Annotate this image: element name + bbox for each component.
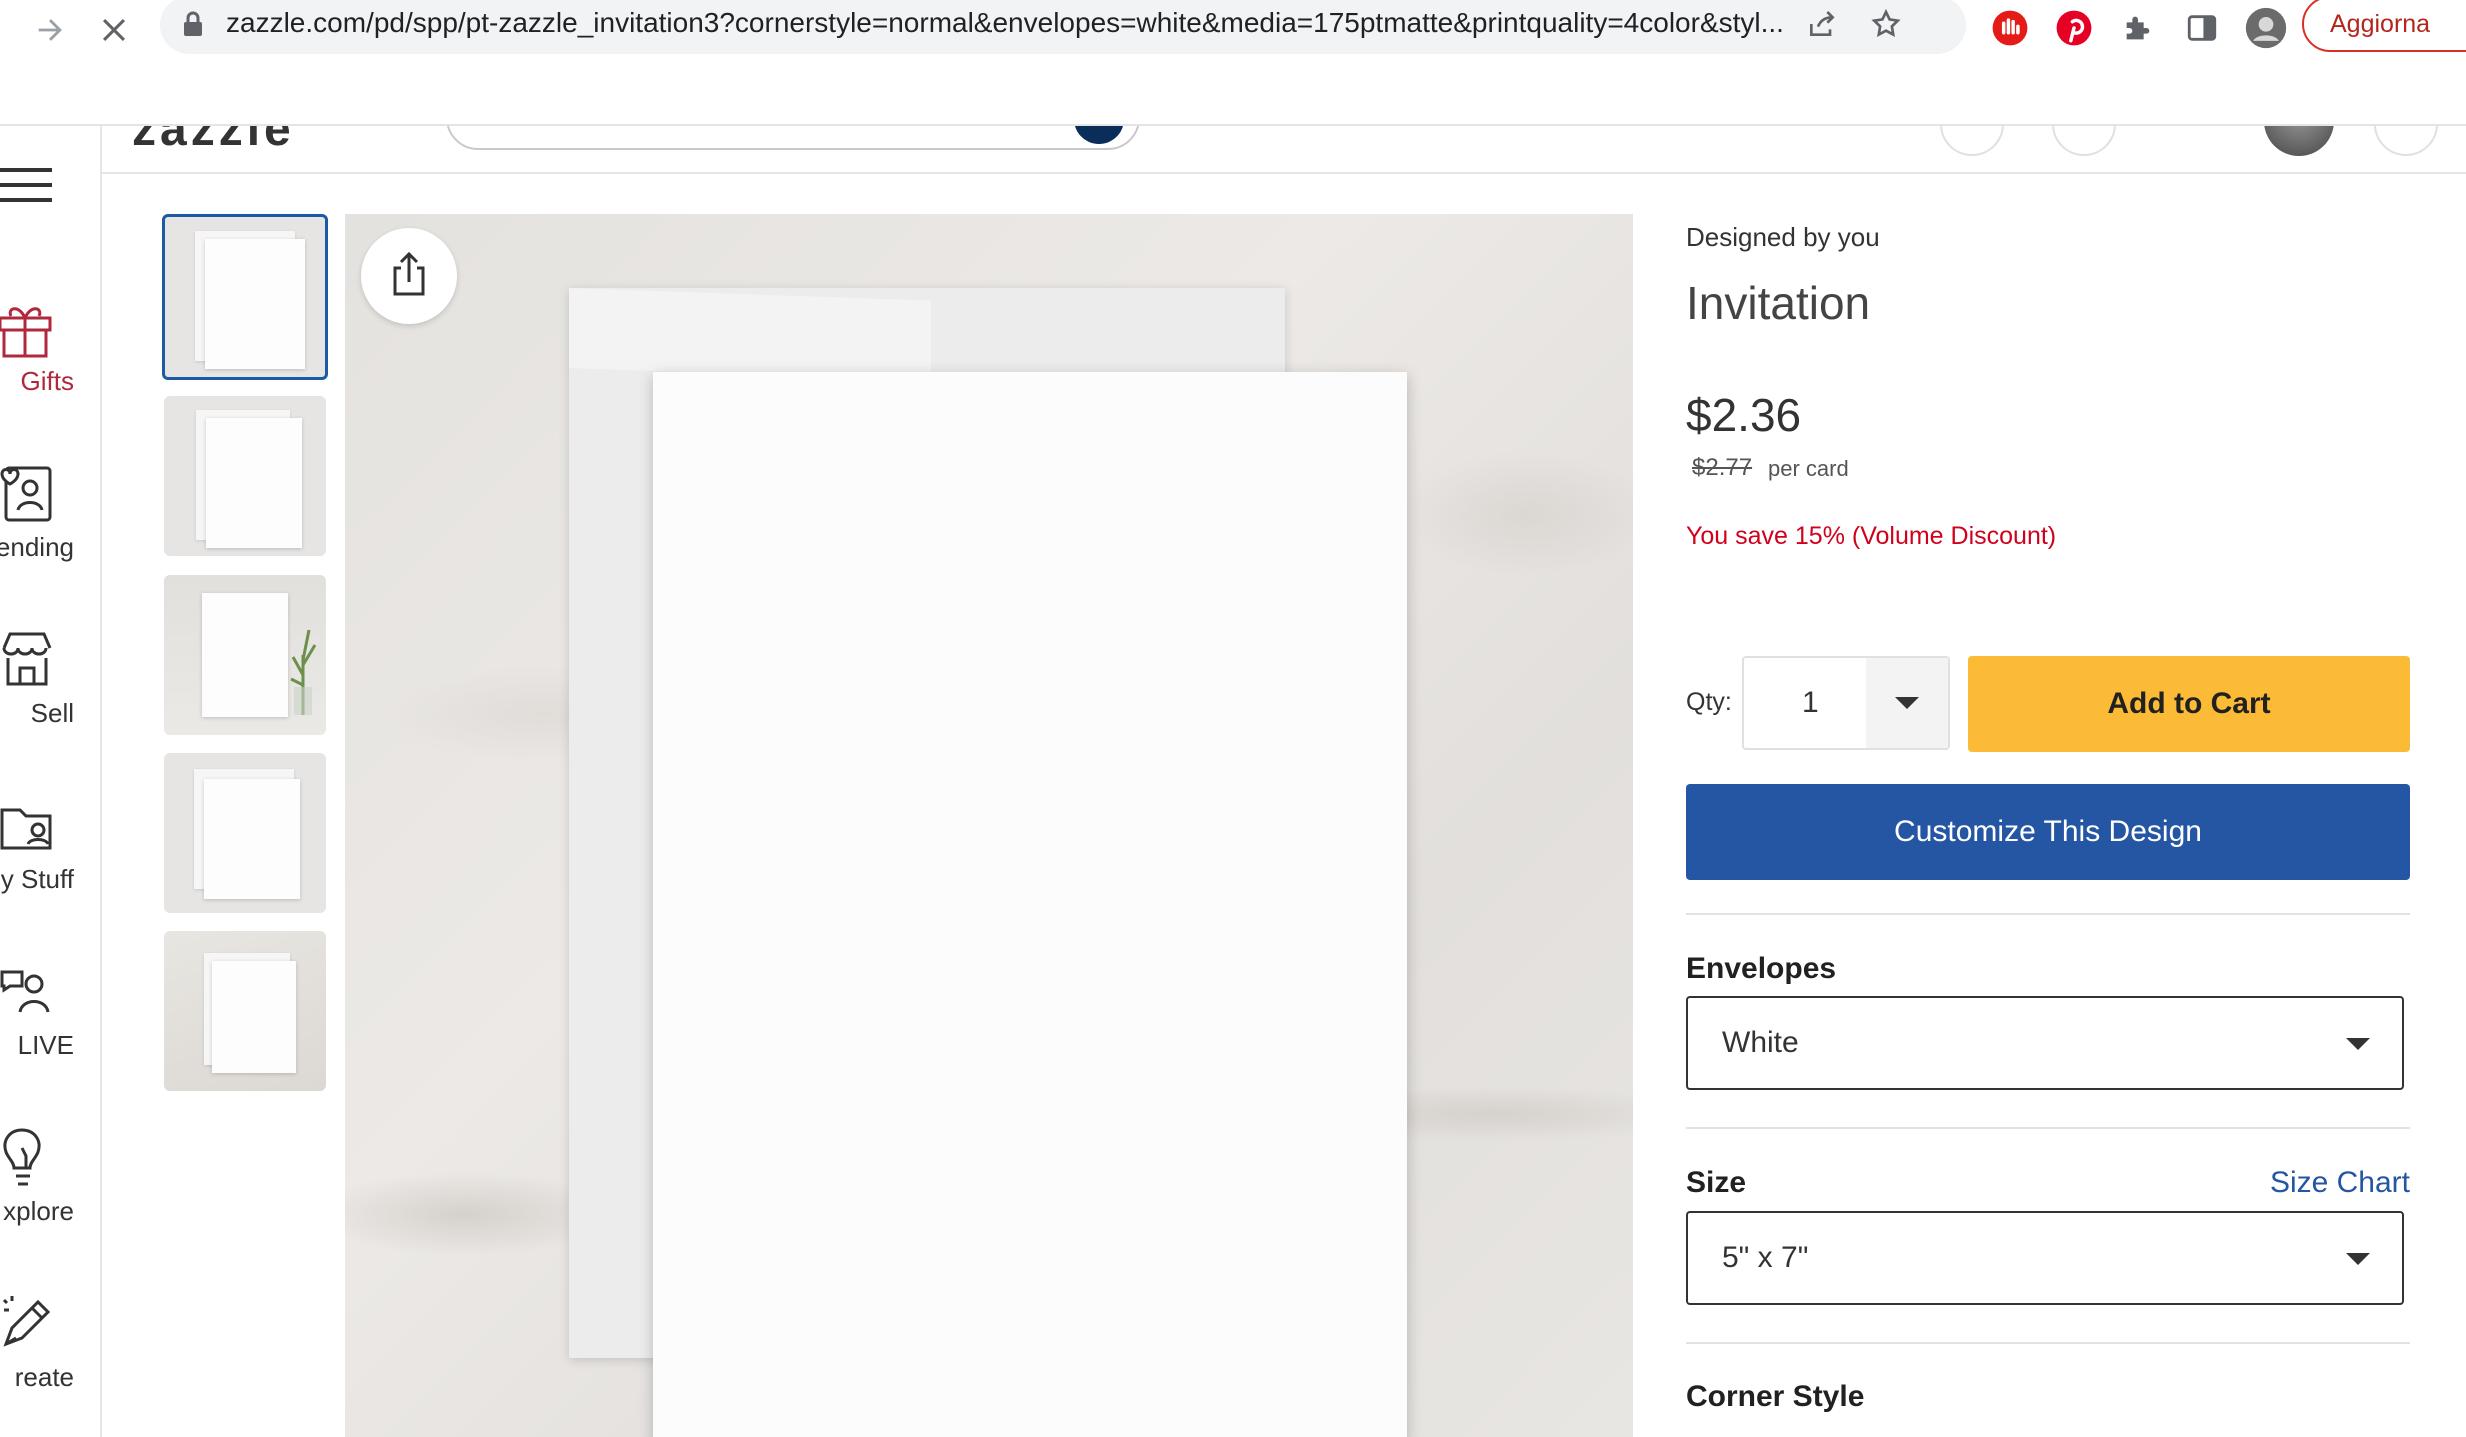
designer-credit: Designed by you <box>1686 222 1880 252</box>
discount-note: You save 15% (Volume Discount) <box>1686 522 2057 550</box>
left-nav-rail: Gifts ending Sell y Stuff LIVE xplore re… <box>0 126 102 1437</box>
stop-loading-icon[interactable] <box>88 4 140 56</box>
product-thumbnail[interactable] <box>164 931 326 1091</box>
size-select[interactable]: 5" x 7" <box>1686 1211 2404 1305</box>
size-chart-link[interactable]: Size Chart <box>2270 1166 2410 1200</box>
adblock-extension-icon[interactable] <box>1984 2 2036 54</box>
share-icon <box>389 250 429 303</box>
lightbulb-icon <box>0 1126 60 1190</box>
size-label: Size <box>1686 1166 1747 1199</box>
divider <box>1686 1127 2410 1129</box>
envelope-flap <box>569 288 931 381</box>
site-search-bar[interactable] <box>446 126 1140 150</box>
rail-label: Sell <box>30 698 74 728</box>
forward-icon[interactable] <box>24 4 76 56</box>
rail-label: y Stuff <box>0 864 74 894</box>
divider <box>1686 913 2410 915</box>
chevron-down-icon <box>2346 1038 2370 1050</box>
hamburger-menu-icon[interactable] <box>0 168 52 202</box>
rail-item-my-stuff[interactable]: y Stuff <box>0 794 100 944</box>
product-title: Invitation <box>1686 277 1871 329</box>
share-button[interactable] <box>361 228 457 324</box>
share-page-icon[interactable] <box>1800 2 1844 46</box>
site-header: zazzle <box>102 126 2466 174</box>
side-panel-icon[interactable] <box>2176 2 2228 54</box>
rail-item-trending[interactable]: ending <box>0 462 100 612</box>
rail-label: Gifts <box>20 366 74 396</box>
url-text[interactable]: zazzle.com/pd/spp/pt-zazzle_invitation3?… <box>226 6 1846 40</box>
plant-decoration <box>288 615 318 715</box>
header-icon-button[interactable] <box>2052 126 2116 156</box>
original-price: $2.77 <box>1692 454 1753 481</box>
invitation-card-image <box>653 372 1407 1437</box>
rail-label: xplore <box>3 1196 74 1226</box>
envelopes-label: Envelopes <box>1686 952 1837 985</box>
quantity-value: 1 <box>1802 686 1819 719</box>
size-value: 5" x 7" <box>1722 1241 1809 1274</box>
address-bar[interactable]: zazzle.com/pd/spp/pt-zazzle_invitation3?… <box>160 0 1966 54</box>
rail-label: reate <box>14 1362 74 1392</box>
product-main-image[interactable] <box>345 214 1633 1437</box>
envelopes-select[interactable]: White <box>1686 996 2404 1090</box>
update-button[interactable]: Aggiorna <box>2302 0 2466 52</box>
customize-design-button[interactable]: Customize This Design <box>1686 784 2410 880</box>
product-thumbnail[interactable] <box>164 396 326 556</box>
rail-label: ending <box>0 532 74 562</box>
storefront-icon <box>0 628 60 692</box>
corner-style-label: Corner Style <box>1686 1380 1865 1413</box>
rail-item-gifts[interactable]: Gifts <box>0 296 100 446</box>
search-icon[interactable] <box>1074 126 1124 144</box>
extensions-puzzle-icon[interactable] <box>2112 2 2164 54</box>
header-icon-button[interactable] <box>1940 126 2004 156</box>
gift-icon <box>0 296 60 360</box>
rail-item-sell[interactable]: Sell <box>0 628 100 778</box>
bookmark-star-icon[interactable] <box>1864 2 1908 46</box>
chevron-down-icon[interactable] <box>1866 658 1948 748</box>
divider <box>1686 1342 2410 1344</box>
profile-avatar[interactable] <box>2240 2 2292 54</box>
product-thumbnail[interactable] <box>164 753 326 913</box>
chevron-down-icon <box>2346 1253 2370 1265</box>
rail-label: LIVE <box>17 1030 74 1060</box>
qty-label: Qty: <box>1686 688 1732 716</box>
site-logo[interactable]: zazzle <box>132 126 295 157</box>
folder-icon <box>0 794 60 858</box>
account-avatar[interactable] <box>2264 126 2334 156</box>
envelopes-value: White <box>1722 1026 1799 1059</box>
product-thumbnail[interactable] <box>162 214 328 380</box>
pinterest-extension-icon[interactable] <box>2048 2 2100 54</box>
quantity-select[interactable]: 1 <box>1742 656 1950 750</box>
header-icon-button[interactable] <box>2374 126 2438 156</box>
price-unit: per card <box>1768 456 1849 481</box>
product-thumbnail[interactable] <box>164 575 326 735</box>
current-price: $2.36 <box>1686 389 1802 441</box>
browser-toolbar: zazzle.com/pd/spp/pt-zazzle_invitation3?… <box>0 0 2466 126</box>
add-to-cart-button[interactable]: Add to Cart <box>1968 656 2410 752</box>
person-live-icon <box>0 960 60 1024</box>
rail-item-create[interactable]: reate <box>0 1292 100 1437</box>
magic-pencil-icon <box>0 1292 60 1356</box>
lock-icon <box>182 10 204 43</box>
heart-person-icon <box>0 462 60 526</box>
rail-item-explore[interactable]: xplore <box>0 1126 100 1276</box>
rail-item-live[interactable]: LIVE <box>0 960 100 1110</box>
